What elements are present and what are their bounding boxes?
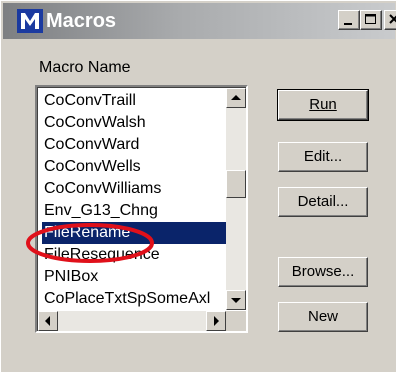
scroll-right-button[interactable] bbox=[206, 311, 226, 331]
list-item[interactable]: CoConvWalsh bbox=[42, 112, 228, 134]
detail-button[interactable]: Detail... bbox=[278, 187, 368, 217]
close-button[interactable] bbox=[384, 10, 396, 30]
arrow-left-icon bbox=[45, 316, 50, 326]
minimize-button[interactable] bbox=[338, 10, 360, 30]
run-button[interactable]: Run bbox=[277, 89, 369, 121]
macro-list[interactable]: CoConvTraill CoConvWalsh CoConvWard CoCo… bbox=[35, 85, 248, 333]
scroll-left-button[interactable] bbox=[38, 311, 58, 331]
list-item[interactable]: PNIBox bbox=[42, 266, 228, 288]
list-item[interactable]: FileResequence bbox=[42, 244, 228, 266]
macro-list-items: CoConvTraill CoConvWalsh CoConvWard CoCo… bbox=[42, 90, 228, 310]
arrow-up-icon bbox=[231, 95, 241, 100]
list-item[interactable]: Env_G13_Chng bbox=[42, 200, 228, 222]
maximize-button[interactable] bbox=[360, 10, 382, 30]
maximize-icon bbox=[365, 14, 376, 24]
scrollbar-corner bbox=[226, 311, 246, 331]
minimize-icon bbox=[344, 23, 352, 25]
arrow-right-icon bbox=[214, 316, 219, 326]
arrow-down-icon bbox=[231, 298, 241, 303]
list-item[interactable]: CoConvTraill bbox=[42, 90, 228, 112]
scroll-down-button[interactable] bbox=[226, 290, 246, 310]
macros-dialog: Macros Macro Name CoConvTraill CoConvWal… bbox=[0, 0, 396, 372]
microstation-icon bbox=[17, 9, 43, 33]
new-button[interactable]: New bbox=[278, 302, 368, 332]
close-icon bbox=[389, 14, 396, 24]
edit-button[interactable]: Edit... bbox=[278, 142, 368, 172]
horizontal-scrollbar[interactable] bbox=[38, 311, 226, 331]
vertical-scrollbar[interactable] bbox=[226, 88, 246, 310]
list-item[interactable]: CoPlaceTxtSpSomeAxl bbox=[42, 288, 228, 310]
list-item-selected[interactable]: FileRename bbox=[42, 222, 228, 244]
browse-button[interactable]: Browse... bbox=[278, 257, 368, 287]
list-item[interactable]: CoConvWilliams bbox=[42, 178, 228, 200]
list-item[interactable]: CoConvWells bbox=[42, 156, 228, 178]
vertical-scroll-thumb[interactable] bbox=[226, 170, 246, 198]
window-title: Macros bbox=[46, 10, 117, 32]
scroll-up-button[interactable] bbox=[226, 88, 246, 108]
title-bar[interactable]: Macros bbox=[3, 3, 396, 39]
list-item[interactable]: CoConvWard bbox=[42, 134, 228, 156]
macro-name-label: Macro Name bbox=[39, 59, 131, 76]
